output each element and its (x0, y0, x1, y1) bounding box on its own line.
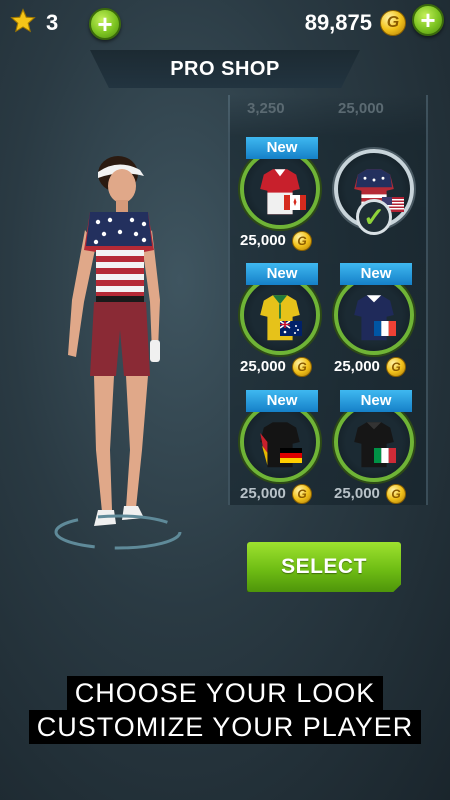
coin-icon: G (386, 357, 407, 377)
shop-item-germany[interactable]: New 25,000 G (240, 390, 332, 508)
new-badge: New (246, 390, 318, 412)
flag-germany-icon (280, 448, 302, 463)
new-badge: New (340, 263, 412, 285)
star-icon (10, 8, 36, 33)
coin-icon: G (380, 10, 406, 36)
shirt-icon (260, 295, 300, 341)
coin-icon: G (292, 357, 313, 377)
shirt-icon (354, 295, 394, 341)
item-price: 25,000 G (334, 484, 407, 504)
shirt-thumbnail (240, 149, 320, 229)
coin-icon: G (386, 484, 407, 504)
coin-balance: 89,875 (304, 10, 372, 35)
shop-item-italy[interactable]: New 25,000 G (334, 390, 426, 508)
shirt-thumbnail (240, 402, 320, 482)
item-price: 25,000 G (334, 357, 407, 377)
ghost-price: 25,000 (338, 100, 384, 117)
tagline-line-1: CHOOSE YOUR LOOK (66, 676, 384, 710)
item-price: 25,000 G (240, 357, 313, 377)
new-badge: New (340, 390, 412, 412)
add-coins-button[interactable]: + (412, 4, 444, 36)
shirt-icon (354, 422, 394, 468)
top-bar: 3 + 89,875 G + (0, 0, 450, 48)
shop-item-france[interactable]: New 25,000 G (334, 263, 426, 381)
star-count: 3 (46, 10, 59, 35)
flag-canada-icon (284, 195, 306, 210)
shirt-icon (260, 169, 300, 215)
add-stars-button[interactable]: + (89, 8, 121, 40)
ghost-price: 3,250 (247, 100, 285, 117)
player-platform-ring (54, 514, 182, 550)
tagline-line-2: CUSTOMIZE YOUR PLAYER (28, 710, 422, 744)
page-title: PRO SHOP (90, 50, 360, 88)
shop-item-canada[interactable]: New 25,000 G (240, 137, 332, 255)
flag-australia-icon (280, 321, 302, 336)
shirt-icon (260, 422, 300, 468)
selected-check-icon: ✓ (356, 199, 392, 235)
promo-tagline: CHOOSE YOUR LOOK CUSTOMIZE YOUR PLAYER (0, 676, 450, 744)
item-price: 25,000 G (240, 484, 313, 504)
flag-france-icon (374, 321, 396, 336)
flag-italy-icon (374, 448, 396, 463)
shop-item-australia[interactable]: New 25,000 G (240, 263, 332, 381)
item-price: 25,000 G (240, 231, 313, 251)
shirt-thumbnail (334, 402, 414, 482)
player-avatar (68, 156, 160, 526)
coin-icon: G (292, 484, 313, 504)
coin-icon: G (292, 231, 313, 251)
shirt-thumbnail (240, 275, 320, 355)
shirt-thumbnail (334, 275, 414, 355)
new-badge: New (246, 263, 318, 285)
new-badge: New (246, 137, 318, 159)
select-button[interactable]: SELECT (247, 542, 401, 592)
shop-item-usa[interactable]: ✓ (334, 137, 426, 255)
